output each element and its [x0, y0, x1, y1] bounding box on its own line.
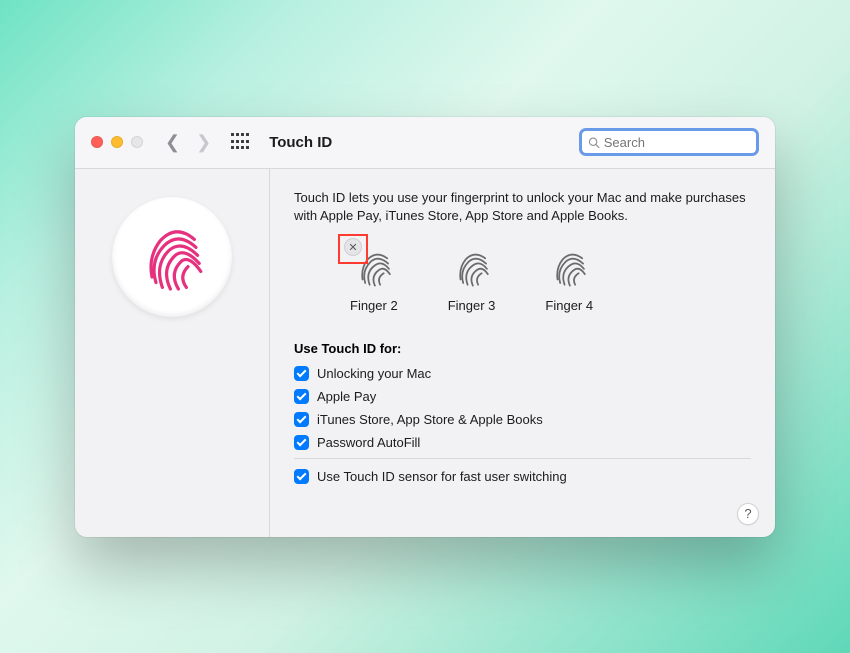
search-field[interactable] — [579, 128, 759, 156]
sidebar — [75, 169, 270, 537]
option-label: iTunes Store, App Store & Apple Books — [317, 412, 543, 427]
use-section-title: Use Touch ID for: — [294, 341, 751, 356]
close-window-button[interactable] — [91, 136, 103, 148]
window-title: Touch ID — [269, 134, 332, 151]
search-icon — [588, 136, 600, 149]
option-fast-user-switching: Use Touch ID sensor for fast user switch… — [294, 469, 751, 484]
option-label: Use Touch ID sensor for fast user switch… — [317, 469, 567, 484]
touch-id-badge — [112, 197, 232, 317]
help-button[interactable]: ? — [737, 503, 759, 525]
titlebar: ❮ ❯ Touch ID — [75, 117, 775, 169]
fingerprint-small-icon — [547, 246, 591, 290]
fingerprint-item-2[interactable]: Finger 3 — [448, 246, 496, 313]
checkbox-fast-user-switching[interactable] — [294, 469, 309, 484]
forward-button[interactable]: ❯ — [196, 132, 211, 153]
checkbox-password-autofill[interactable] — [294, 435, 309, 450]
minimize-window-button[interactable] — [111, 136, 123, 148]
option-label: Password AutoFill — [317, 435, 420, 450]
search-input[interactable] — [604, 135, 750, 150]
fingerprint-icon — [132, 217, 212, 297]
show-all-preferences-button[interactable] — [231, 133, 249, 151]
fingerprint-small-icon — [450, 246, 494, 290]
option-apple-pay: Apple Pay — [294, 389, 751, 404]
option-label: Unlocking your Mac — [317, 366, 431, 381]
checkbox-itunes-store[interactable] — [294, 412, 309, 427]
checkbox-apple-pay[interactable] — [294, 389, 309, 404]
back-button[interactable]: ❮ — [165, 132, 180, 153]
main-content: Touch ID lets you use your fingerprint t… — [270, 169, 775, 537]
option-unlock-mac: Unlocking your Mac — [294, 366, 751, 381]
divider — [294, 458, 751, 459]
option-itunes-store: iTunes Store, App Store & Apple Books — [294, 412, 751, 427]
checkbox-unlock-mac[interactable] — [294, 366, 309, 381]
option-label: Apple Pay — [317, 389, 376, 404]
fingerprint-item-1[interactable]: ✕ Finger 2 — [350, 246, 398, 313]
intro-text: Touch ID lets you use your fingerprint t… — [294, 189, 751, 227]
fingerprint-label: Finger 4 — [545, 298, 593, 313]
fullscreen-window-button[interactable] — [131, 136, 143, 148]
fingerprint-label: Finger 2 — [350, 298, 398, 313]
fingerprint-list: ✕ Finger 2 Finger 3 Finger 4 — [294, 246, 751, 313]
window-controls — [91, 136, 143, 148]
fingerprint-item-3[interactable]: Finger 4 — [545, 246, 593, 313]
window-body: Touch ID lets you use your fingerprint t… — [75, 169, 775, 537]
option-password-autofill: Password AutoFill — [294, 435, 751, 450]
nav-buttons: ❮ ❯ — [165, 132, 211, 153]
fingerprint-label: Finger 3 — [448, 298, 496, 313]
preferences-window: ❮ ❯ Touch ID — [75, 117, 775, 537]
